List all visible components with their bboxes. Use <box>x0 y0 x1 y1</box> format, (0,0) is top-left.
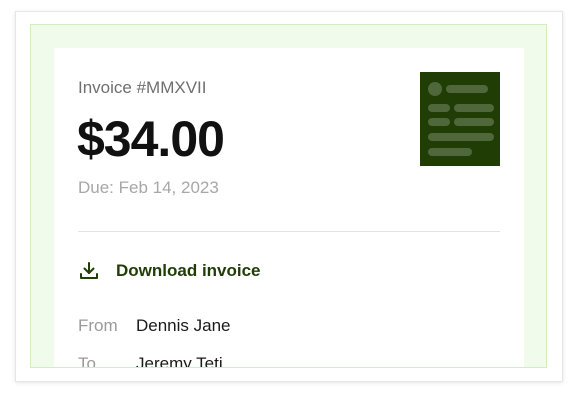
to-label: To <box>78 354 96 368</box>
download-icon <box>80 262 98 279</box>
invoice-number: Invoice #MMXVII <box>78 78 207 97</box>
download-invoice-label: Download invoice <box>116 261 261 280</box>
to-value: Jeremy Teti <box>136 354 223 368</box>
due-date: Due: Feb 14, 2023 <box>78 178 219 197</box>
thumbnail-line <box>428 133 494 141</box>
from-value: Dennis Jane <box>136 316 231 335</box>
thumbnail-line <box>454 104 494 112</box>
thumbnail-dot <box>428 82 442 96</box>
invoice-thumbnail <box>420 72 500 166</box>
download-invoice-link[interactable]: Download invoice <box>78 260 261 282</box>
from-label: From <box>78 316 118 335</box>
thumbnail-line <box>428 148 472 156</box>
invoice-card: Invoice #MMXVII $34.00 Due: Feb 14, 2023… <box>54 48 524 368</box>
thumbnail-line <box>446 85 488 93</box>
thumbnail-line <box>454 118 494 126</box>
thumbnail-line <box>428 118 450 126</box>
invoice-amount: $34.00 <box>77 111 225 167</box>
from-row: From Dennis Jane <box>78 316 231 336</box>
to-row: To Jeremy Teti <box>78 354 223 368</box>
preview-area: Invoice #MMXVII $34.00 Due: Feb 14, 2023… <box>30 24 547 368</box>
thumbnail-line <box>428 104 450 112</box>
divider <box>78 231 500 232</box>
